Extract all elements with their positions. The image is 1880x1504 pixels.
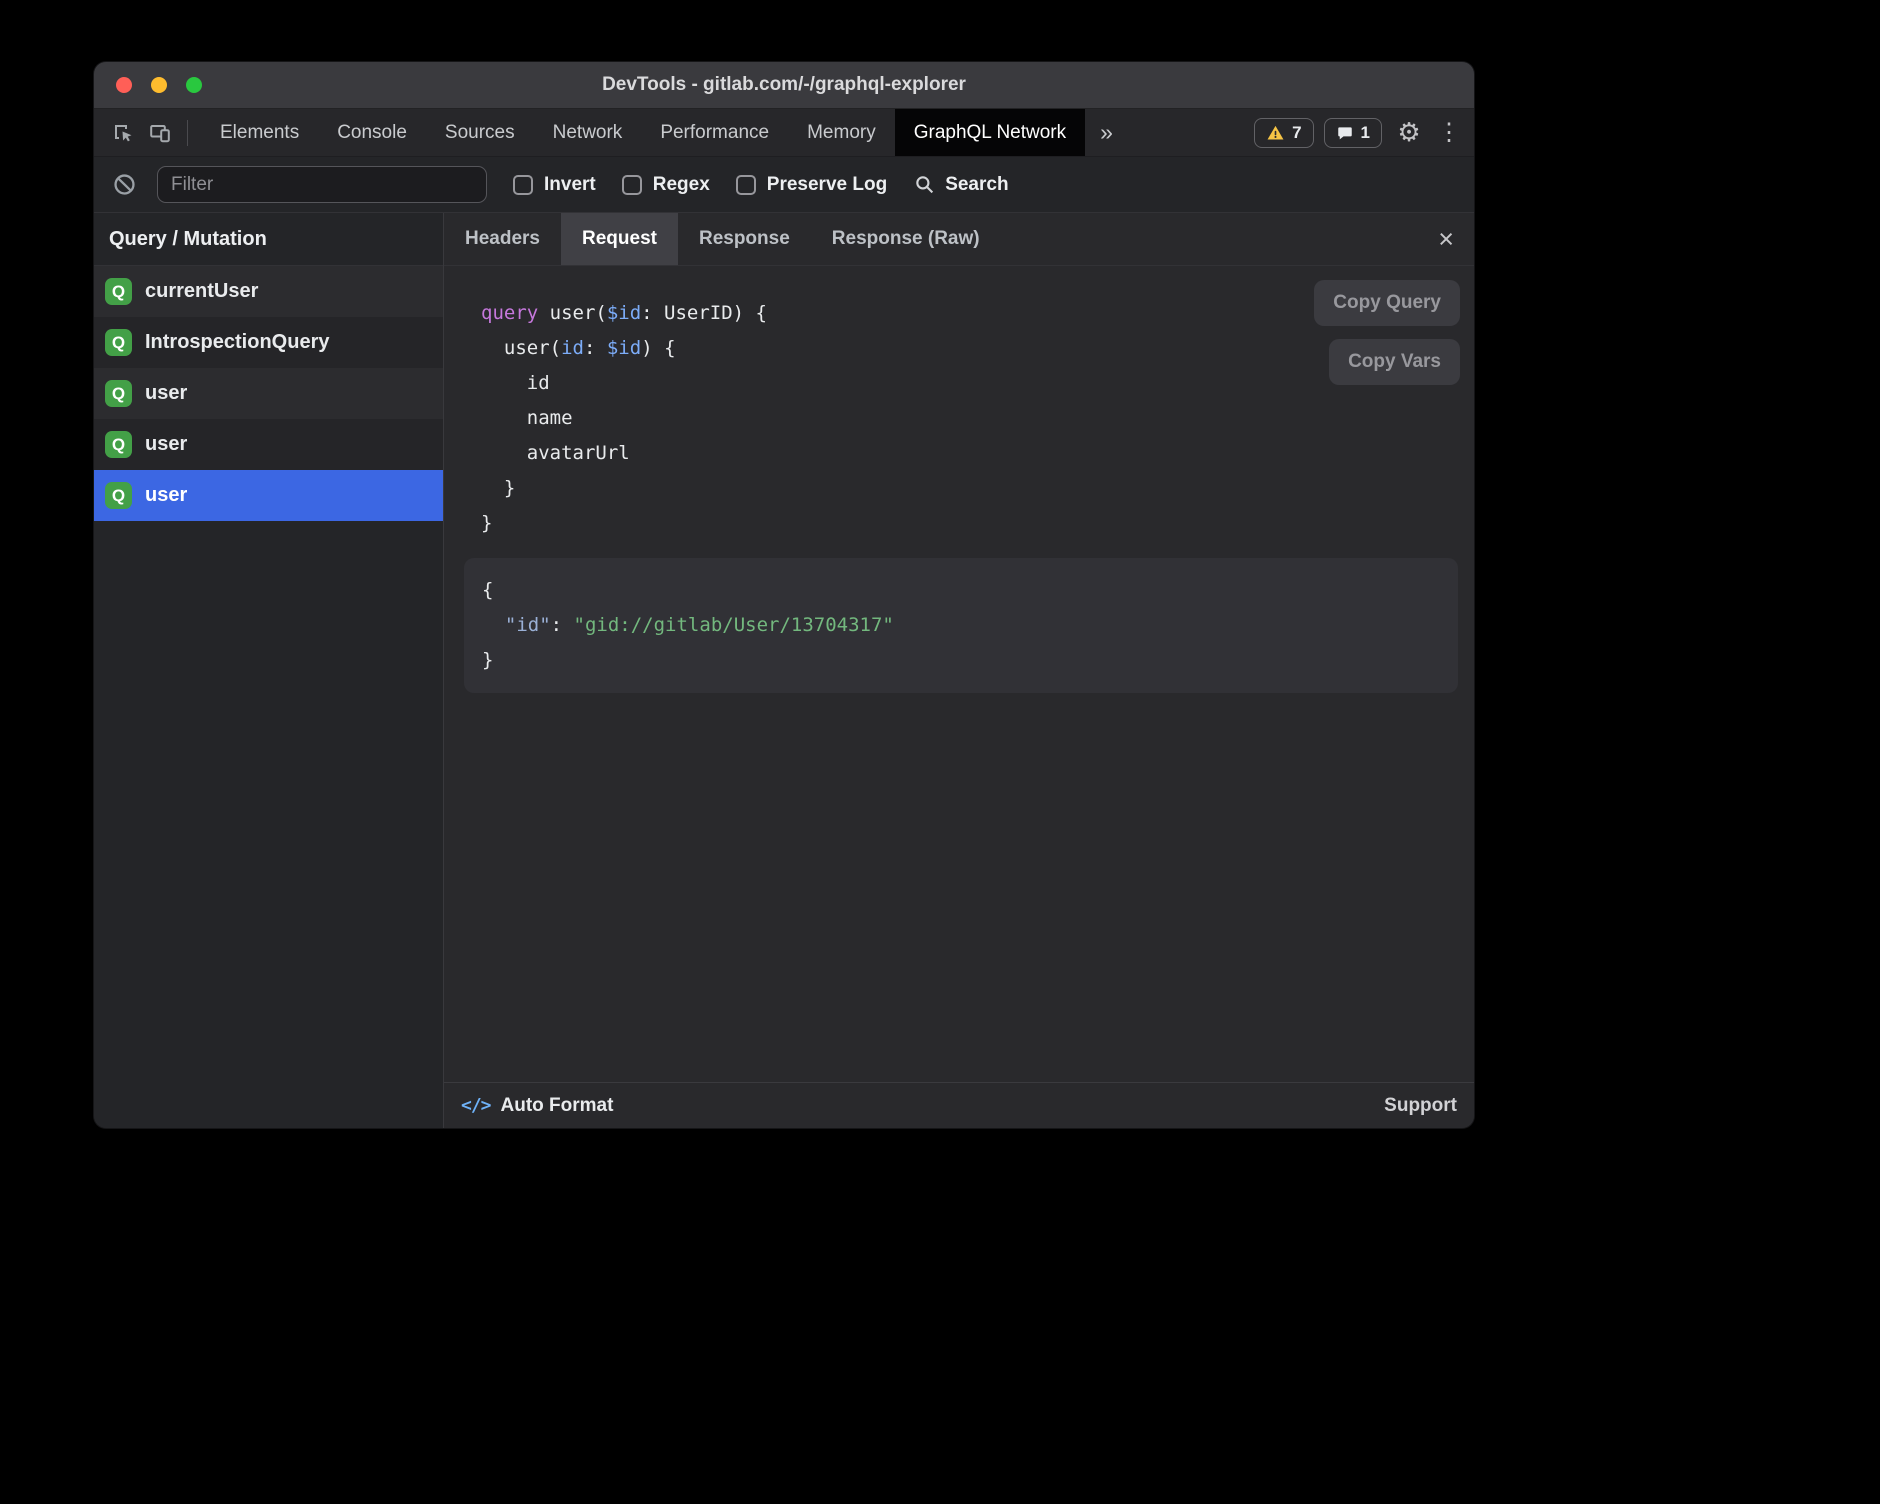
query-type-badge: Q [105, 278, 132, 305]
zoom-window-button[interactable] [186, 77, 202, 93]
traffic-lights [94, 77, 202, 93]
query-type-badge: Q [105, 482, 132, 509]
devtools-tabbar: ElementsConsoleSourcesNetworkPerformance… [94, 109, 1474, 156]
checkbox-box-icon [736, 175, 756, 195]
detail-tabs: HeadersRequestResponseResponse (Raw) [444, 213, 1001, 265]
search-icon [913, 173, 936, 196]
code-line: } [482, 643, 1440, 678]
code-line: } [481, 471, 1458, 506]
messages-badge[interactable]: 1 [1324, 118, 1382, 148]
warning-icon [1266, 124, 1285, 142]
query-type-badge: Q [105, 380, 132, 407]
detail-tab-headers[interactable]: Headers [444, 213, 561, 265]
close-panel-icon[interactable]: × [1418, 226, 1474, 253]
inspect-element-icon[interactable] [106, 116, 140, 150]
toolbar-separator [187, 120, 188, 146]
query-list: QcurrentUserQIntrospectionQueryQuserQuse… [94, 266, 443, 1128]
settings-gear-icon[interactable]: ⚙ [1392, 117, 1426, 148]
preserve-log-checkbox[interactable]: Preserve Log [736, 174, 887, 196]
code-line: id [481, 366, 1458, 401]
devtools-tab-sources[interactable]: Sources [426, 109, 534, 156]
devtools-tool-icons [94, 109, 201, 156]
devtools-tab-console[interactable]: Console [318, 109, 426, 156]
query-code: query user($id: UserID) { user(id: $id) … [464, 296, 1458, 541]
detail-tab-response-raw[interactable]: Response (Raw) [811, 213, 1001, 265]
filter-input[interactable] [157, 166, 487, 203]
devtools-tab-elements[interactable]: Elements [201, 109, 318, 156]
regex-checkbox[interactable]: Regex [622, 174, 710, 196]
titlebar: DevTools - gitlab.com/-/graphql-explorer [94, 62, 1474, 109]
copy-buttons: Copy Query Copy Vars [1314, 280, 1460, 385]
copy-query-button[interactable]: Copy Query [1314, 280, 1460, 326]
query-name-label: currentUser [145, 280, 258, 303]
main-split: Query / Mutation QcurrentUserQIntrospect… [94, 213, 1474, 1128]
code-line: "id": "gid://gitlab/User/13704317" [482, 608, 1440, 643]
code-line: query user($id: UserID) { [481, 296, 1458, 331]
code-line: } [481, 506, 1458, 541]
query-list-item[interactable]: Quser [94, 368, 443, 419]
query-name-label: user [145, 382, 187, 405]
search-label: Search [945, 174, 1008, 196]
code-line: user(id: $id) { [481, 331, 1458, 366]
devtools-window: DevTools - gitlab.com/-/graphql-explorer… [94, 62, 1474, 1128]
code-line: name [481, 401, 1458, 436]
filter-toolbar: Invert Regex Preserve Log Search [94, 156, 1474, 213]
query-list-item[interactable]: QcurrentUser [94, 266, 443, 317]
checkbox-box-icon [513, 175, 533, 195]
preserve-log-label: Preserve Log [767, 174, 887, 196]
block-clear-icon[interactable] [111, 172, 137, 198]
sidebar-header: Query / Mutation [94, 213, 443, 266]
invert-checkbox[interactable]: Invert [513, 174, 596, 196]
code-line: { [482, 573, 1440, 608]
auto-format-button[interactable]: Auto Format [501, 1095, 614, 1117]
kebab-menu-icon[interactable]: ⋮ [1436, 118, 1462, 147]
message-count: 1 [1361, 123, 1370, 143]
search-control[interactable]: Search [913, 173, 1008, 196]
devtools-tab-graphql-network[interactable]: GraphQL Network [895, 109, 1085, 156]
code-line: avatarUrl [481, 436, 1458, 471]
code-brackets-icon: </> [461, 1095, 491, 1116]
copy-vars-button[interactable]: Copy Vars [1329, 339, 1460, 385]
query-name-label: IntrospectionQuery [145, 331, 329, 354]
detail-panel: HeadersRequestResponseResponse (Raw) × q… [444, 213, 1474, 1128]
window-title: DevTools - gitlab.com/-/graphql-explorer [94, 74, 1474, 96]
checkbox-box-icon [622, 175, 642, 195]
warnings-badge[interactable]: 7 [1254, 118, 1313, 148]
devtools-tab-network[interactable]: Network [534, 109, 642, 156]
query-list-item[interactable]: Q IntrospectionQuery [94, 317, 443, 368]
request-pane: query user($id: UserID) { user(id: $id) … [444, 266, 1474, 1082]
more-tabs-button[interactable]: » [1085, 109, 1128, 156]
regex-label: Regex [653, 174, 710, 196]
query-type-badge: Q [105, 329, 132, 356]
warning-count: 7 [1292, 123, 1301, 143]
invert-label: Invert [544, 174, 596, 196]
message-bubble-icon [1336, 124, 1354, 142]
devtools-tab-memory[interactable]: Memory [788, 109, 895, 156]
detail-tab-request[interactable]: Request [561, 213, 678, 265]
minimize-window-button[interactable] [151, 77, 167, 93]
device-toolbar-icon[interactable] [143, 116, 177, 150]
support-link[interactable]: Support [1384, 1095, 1457, 1117]
variables-code: { "id": "gid://gitlab/User/13704317"} [482, 573, 1440, 678]
detail-tab-response[interactable]: Response [678, 213, 811, 265]
variables-box: { "id": "gid://gitlab/User/13704317"} [464, 558, 1458, 693]
query-name-label: user [145, 484, 187, 507]
detail-tab-strip: HeadersRequestResponseResponse (Raw) × [444, 213, 1474, 266]
query-list-item[interactable]: Quser [94, 470, 443, 521]
query-type-badge: Q [105, 431, 132, 458]
query-sidebar: Query / Mutation QcurrentUserQIntrospect… [94, 213, 444, 1128]
query-name-label: user [145, 433, 187, 456]
query-list-item[interactable]: Quser [94, 419, 443, 470]
close-window-button[interactable] [116, 77, 132, 93]
devtools-tab-strip: ElementsConsoleSourcesNetworkPerformance… [201, 109, 1085, 156]
tabbar-right-cluster: 7 1 ⚙ ⋮ [1254, 109, 1474, 156]
detail-footer: </> Auto Format Support [444, 1082, 1474, 1128]
devtools-tab-performance[interactable]: Performance [641, 109, 788, 156]
